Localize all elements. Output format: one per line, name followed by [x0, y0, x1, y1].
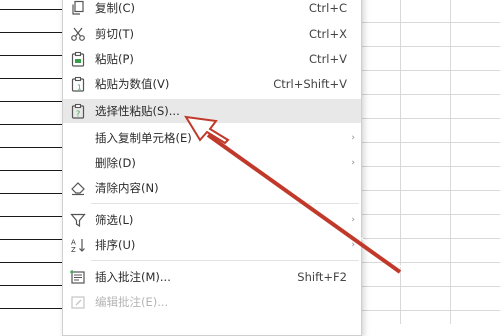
menu-item-sort[interactable]: A Z 排序(U) ›	[63, 233, 361, 257]
menu-item-label: 选择性粘贴(S)...	[95, 104, 180, 118]
menu-item-label: 插入复制单元格(E)	[95, 131, 192, 145]
cell-border	[0, 78, 70, 79]
submenu-arrow-icon: ›	[351, 158, 355, 168]
svg-text:Z: Z	[71, 246, 76, 253]
menu-item-label: 筛选(L)	[95, 213, 134, 227]
grid-row-line	[362, 166, 500, 167]
menu-item-paste-special[interactable]: ? 选择性粘贴(S)...	[63, 99, 361, 123]
cell-border	[0, 147, 70, 148]
grid-row-line	[362, 70, 500, 71]
submenu-arrow-icon: ›	[351, 215, 355, 225]
scissors-icon	[71, 27, 85, 41]
submenu-arrow-icon: ›	[351, 133, 355, 143]
grid-row-line	[362, 310, 500, 311]
grid-column-line	[400, 0, 401, 324]
cell-border	[0, 308, 70, 309]
cell-border	[0, 262, 70, 263]
menu-separator	[91, 203, 359, 204]
paste-special-icon: ?	[71, 103, 85, 119]
svg-text:1: 1	[77, 84, 81, 92]
menu-item-shortcut: Ctrl+X	[309, 27, 347, 41]
menu-item-label: 粘贴为数值(V)	[95, 77, 170, 91]
cell-border	[0, 55, 70, 56]
menu-item-copy[interactable]: 复制(C) Ctrl+C	[63, 0, 361, 20]
edit-comment-icon	[71, 296, 85, 309]
menu-item-edit-comment[interactable]: 编辑批注(E)...	[63, 290, 361, 314]
menu-item-insert-comment[interactable]: 插入批注(M)... Shift+F2	[63, 265, 361, 289]
menu-item-label: 复制(C)	[95, 1, 136, 15]
menu-item-label: 删除(D)	[95, 156, 136, 170]
context-menu: 复制(C) Ctrl+C 剪切(T) Ctrl+X 粘贴(P) Ctrl+V 1…	[62, 0, 362, 336]
cell-border	[0, 9, 70, 10]
menu-item-label: 粘贴(P)	[95, 52, 134, 66]
cell-border	[0, 32, 70, 33]
grid-row-line	[362, 286, 500, 287]
menu-item-label: 编辑批注(E)...	[95, 295, 169, 309]
menu-item-shortcut: Ctrl+V	[309, 52, 347, 66]
submenu-arrow-icon: ›	[351, 240, 355, 250]
insert-comment-icon	[70, 270, 85, 284]
menu-item-paste-values[interactable]: 1 粘贴为数值(V) Ctrl+Shift+V	[63, 72, 361, 96]
menu-item-paste[interactable]: 粘贴(P) Ctrl+V	[63, 47, 361, 71]
paste-values-icon: 1	[71, 76, 85, 92]
svg-text:?: ?	[76, 110, 80, 119]
menu-item-delete[interactable]: 删除(D) ›	[63, 151, 361, 175]
filter-icon	[70, 213, 86, 228]
grid-row-line	[362, 22, 500, 23]
grid-row-line	[362, 118, 500, 119]
cell-border	[0, 124, 70, 125]
paste-icon	[71, 51, 85, 67]
grid-row-line	[362, 238, 500, 239]
grid-row-line	[362, 46, 500, 47]
menu-item-clear-contents[interactable]: 清除内容(N)	[63, 176, 361, 200]
grid-row-line	[362, 262, 500, 263]
cell-border	[0, 285, 70, 286]
menu-item-label: 清除内容(N)	[95, 181, 159, 195]
cell-border	[0, 193, 70, 194]
menu-item-shortcut: Ctrl+C	[308, 1, 347, 15]
cell-border	[0, 239, 70, 240]
cell-border	[0, 101, 70, 102]
menu-separator	[91, 260, 359, 261]
menu-item-insert-copied-cells[interactable]: 插入复制单元格(E) ›	[63, 126, 361, 150]
grid-row-line	[362, 190, 500, 191]
menu-item-shortcut: Ctrl+Shift+V	[273, 77, 347, 91]
cell-border	[0, 170, 70, 171]
copy-icon	[72, 0, 84, 15]
grid-row-line	[362, 214, 500, 215]
menu-item-filter[interactable]: 筛选(L) ›	[63, 208, 361, 232]
grid-column-line	[450, 0, 451, 324]
sort-az-icon: A Z	[71, 239, 85, 253]
menu-item-shortcut: Shift+F2	[297, 270, 347, 284]
menu-item-label: 剪切(T)	[95, 27, 134, 41]
grid-row-line	[362, 142, 500, 143]
grid-row-line	[362, 94, 500, 95]
menu-item-cut[interactable]: 剪切(T) Ctrl+X	[63, 22, 361, 46]
menu-item-label: 排序(U)	[95, 238, 136, 252]
eraser-icon	[71, 182, 85, 196]
menu-item-label: 插入批注(M)...	[95, 270, 171, 284]
cell-border	[0, 216, 70, 217]
